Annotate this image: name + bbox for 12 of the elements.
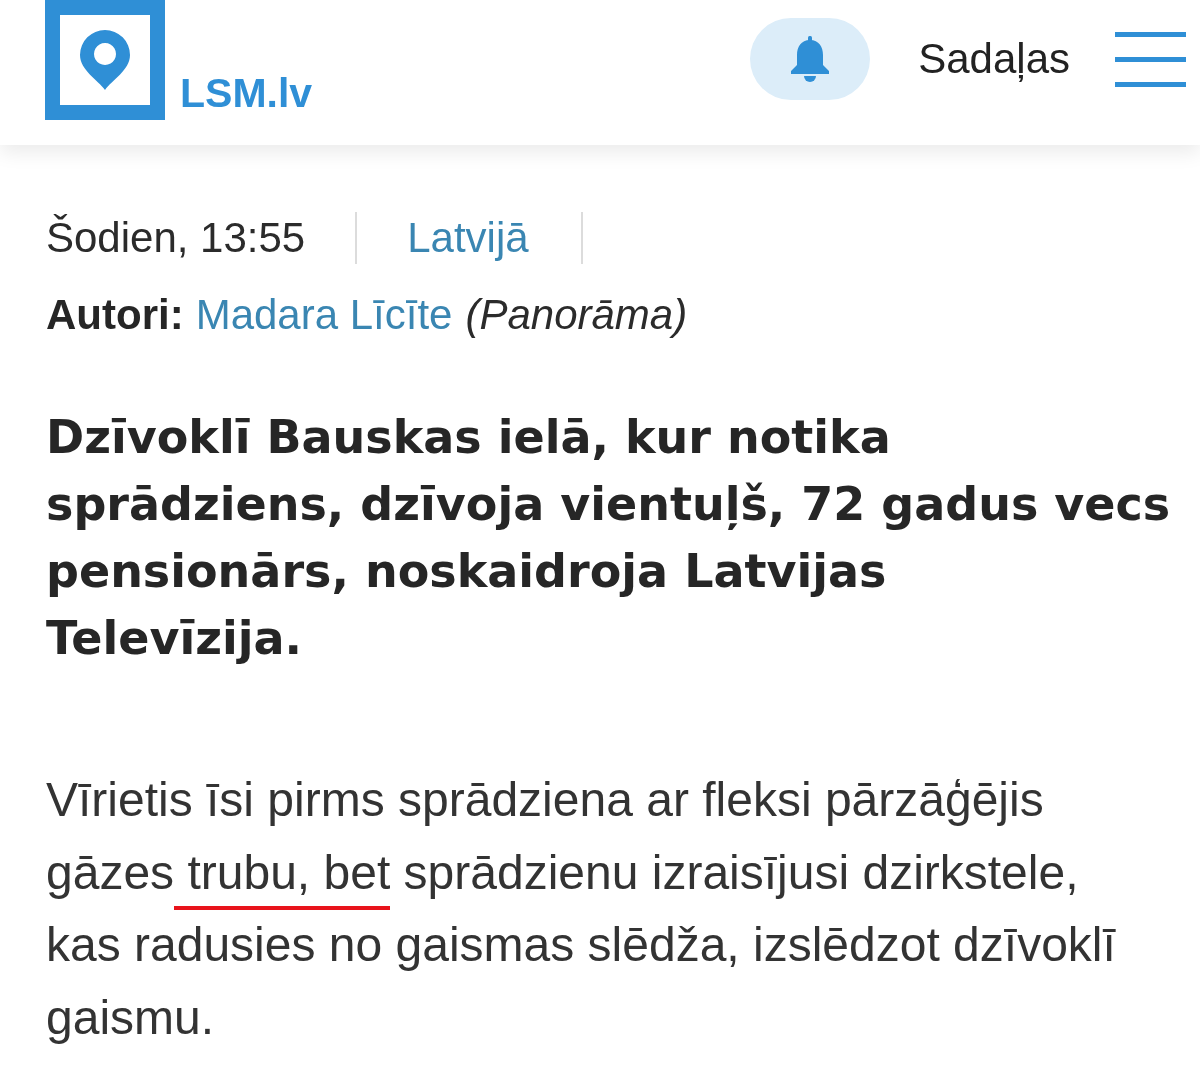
sections-button[interactable]: Sadaļas xyxy=(918,18,1186,100)
logo-text[interactable]: LSM.lv xyxy=(180,73,313,114)
menu-icon xyxy=(1115,31,1186,87)
authors-label: Autori: xyxy=(46,292,184,338)
publish-time: Šodien, 13:55 xyxy=(46,214,306,262)
source-note: (Panorāma) xyxy=(465,292,688,338)
article-paragraph: Vīrietis īsi pirms sprādziena ar fleksi pārzāģējis gāzes trubu, bet sprādzienu izraisījusi dzirkstele, kas radusies no gaismas slēdža, izslēdzot dzīvoklī gaismu. xyxy=(46,772,1117,1046)
article-headline: Dzīvoklī Bauskas ielā, kur notika sprādziens, dzīvoja vientuļš, 72 gadus vecs pensionārs, noskaidroja Latvijas Televīzija. xyxy=(46,409,1172,667)
pin-logo-icon[interactable] xyxy=(45,0,165,120)
bell-icon xyxy=(790,36,831,82)
category-link[interactable]: Latvijā xyxy=(407,214,529,262)
author-link[interactable]: Madara Līcīte xyxy=(195,292,453,338)
